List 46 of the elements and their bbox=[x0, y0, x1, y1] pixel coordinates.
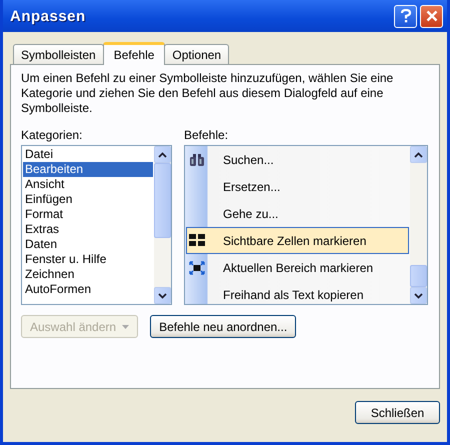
tab[interactable]: Befehle bbox=[102, 42, 166, 65]
description-text: Um einen Befehl zu einer Symbolleiste hinzuzufügen, wählen Sie eine Kategorie und ziehen Sie den Befehl aus diesem Dialogfeld auf eine Symbolleiste. bbox=[21, 71, 394, 116]
list-item[interactable]: Datei bbox=[23, 147, 153, 162]
chevron-up-icon bbox=[414, 152, 423, 158]
categories-label: Kategorien: bbox=[21, 128, 84, 143]
scrollbar[interactable] bbox=[410, 146, 427, 304]
command-item[interactable]: Aktuellen Bereich markieren bbox=[223, 260, 374, 274]
chevron-down-icon bbox=[414, 292, 423, 298]
chevron-up-icon bbox=[158, 152, 167, 158]
tab[interactable]: Symbolleisten bbox=[13, 44, 104, 64]
scrollbar[interactable] bbox=[154, 146, 171, 304]
list-item[interactable]: Daten bbox=[23, 237, 153, 252]
scroll-up-button[interactable] bbox=[410, 146, 427, 163]
commands-label: Befehle: bbox=[184, 128, 230, 143]
help-icon bbox=[400, 9, 412, 23]
scroll-thumb[interactable] bbox=[410, 265, 427, 287]
command-item[interactable]: Suchen... bbox=[223, 152, 274, 166]
list-item[interactable]: Ansicht bbox=[23, 177, 153, 192]
close-button[interactable] bbox=[420, 4, 443, 28]
commands-list[interactable]: Suchen... Ersetzen... Gehe zu... Sichtbare Zellen markieren Aktuellen Bereich markieren Freihand als Text kopieren bbox=[184, 145, 428, 305]
caret-icon bbox=[122, 324, 130, 328]
list-item[interactable]: Extras bbox=[23, 222, 153, 237]
command-item[interactable]: Ersetzen... bbox=[223, 180, 280, 194]
cells-icon bbox=[189, 234, 205, 247]
list-item[interactable]: Einfügen bbox=[23, 192, 153, 207]
command-item[interactable]: Freihand als Text kopieren bbox=[223, 288, 364, 302]
list-item[interactable]: Fenster u. Hilfe bbox=[23, 252, 153, 267]
close-icon bbox=[426, 10, 438, 22]
list-item[interactable]: AutoFormen bbox=[23, 282, 153, 297]
scroll-thumb[interactable] bbox=[154, 163, 171, 238]
command-item[interactable]: Gehe zu... bbox=[223, 206, 278, 220]
scroll-down-button[interactable] bbox=[154, 287, 171, 304]
list-item[interactable]: Bearbeiten bbox=[23, 162, 153, 177]
help-button[interactable] bbox=[394, 4, 417, 28]
tab[interactable]: Optionen bbox=[164, 44, 230, 64]
chevron-down-icon bbox=[158, 292, 167, 298]
select-range-icon bbox=[189, 260, 205, 274]
scroll-up-button[interactable] bbox=[154, 146, 171, 163]
scroll-down-button[interactable] bbox=[410, 287, 427, 304]
close-dialog-button[interactable]: Schließen bbox=[355, 401, 440, 424]
list-item[interactable]: Format bbox=[23, 207, 153, 222]
list-item[interactable]: Zeichnen bbox=[23, 267, 153, 282]
categories-list[interactable]: Datei Bearbeiten Ansicht Einfügen Format Extras Daten Fenster u. Hilfe Zeichnen AutoFormen bbox=[21, 145, 172, 305]
binoculars-icon bbox=[189, 152, 205, 166]
window-title: Anpassen bbox=[10, 8, 87, 24]
push-button[interactable]: Befehle neu anordnen... bbox=[150, 315, 296, 338]
